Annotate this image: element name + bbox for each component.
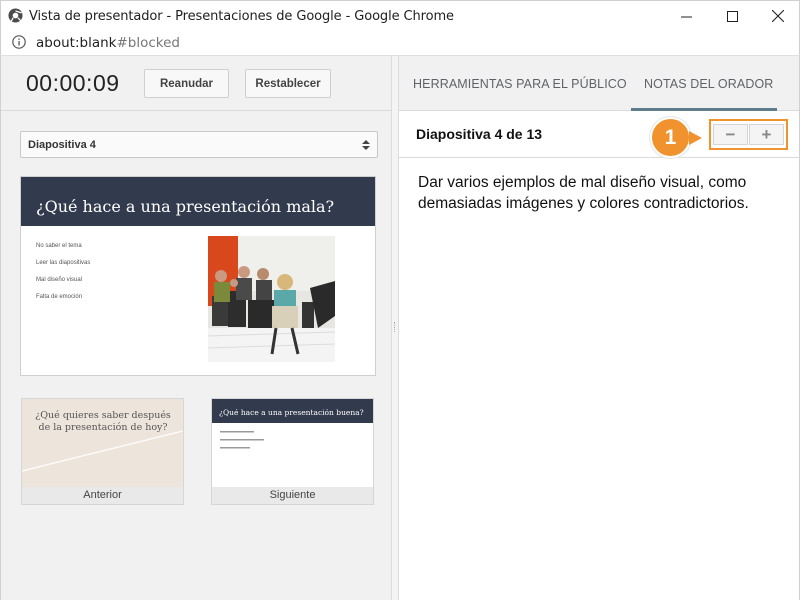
step-callout-badge: 1 bbox=[650, 117, 691, 158]
presenter-right-panel: HERRAMIENTAS PARA EL PÚBLICO NOTAS DEL O… bbox=[399, 56, 800, 600]
slide-bullet: Mal diseño visual bbox=[36, 277, 83, 283]
slide-bullet: No saber el tema bbox=[36, 243, 82, 249]
presenter-left-panel: 00:00:09 Reanudar Restablecer Diapositiv… bbox=[0, 56, 391, 600]
select-arrows-icon bbox=[362, 140, 370, 150]
previous-slide-caption: Anterior bbox=[22, 487, 183, 504]
address-host: about:blank bbox=[36, 35, 117, 51]
maximize-icon bbox=[726, 10, 738, 22]
tabs-bar: HERRAMIENTAS PARA EL PÚBLICO NOTAS DEL O… bbox=[399, 56, 799, 111]
speaker-notes-text[interactable]: Dar varios ejemplos de mal diseño visual… bbox=[418, 172, 788, 214]
next-slide-caption: Siguiente bbox=[212, 487, 373, 504]
previous-slide-title: ¿Qué quieres saber después de la present… bbox=[35, 410, 171, 433]
title-bar: Vista de presentador - Presentaciones de… bbox=[0, 0, 800, 30]
chrome-icon bbox=[8, 8, 23, 23]
tab-audience-tools[interactable]: HERRAMIENTAS PARA EL PÚBLICO bbox=[413, 77, 627, 91]
timer-bar: 00:00:09 Reanudar Restablecer bbox=[1, 56, 391, 111]
minimize-button[interactable] bbox=[663, 1, 709, 31]
resume-button[interactable]: Reanudar bbox=[144, 69, 229, 98]
minimize-icon bbox=[680, 16, 692, 17]
presentation-timer: 00:00:09 bbox=[26, 70, 120, 96]
panel-resize-handle[interactable] bbox=[391, 56, 399, 600]
slide-select[interactable]: Diapositiva 4 bbox=[20, 131, 378, 158]
address-bar[interactable]: about:blank#blocked bbox=[0, 30, 800, 56]
notes-header: Diapositiva 4 de 13 − + bbox=[399, 111, 799, 158]
current-slide-bullets: No saber el tema Leer las diapositivas M… bbox=[36, 238, 90, 306]
maximize-button[interactable] bbox=[709, 1, 755, 31]
next-slide-bullets-lines bbox=[220, 431, 264, 449]
current-slide-title: ¿Qué hace a una presentación mala? bbox=[36, 197, 335, 216]
decrease-font-button[interactable]: − bbox=[713, 124, 748, 145]
address-fragment: #blocked bbox=[116, 35, 180, 51]
close-icon bbox=[772, 10, 784, 22]
font-size-controls: − + bbox=[709, 119, 788, 150]
resize-grip-icon bbox=[394, 322, 396, 332]
next-slide-title: ¿Qué hace a una presentación buena? bbox=[219, 408, 364, 417]
close-button[interactable] bbox=[755, 1, 800, 31]
next-slide-thumbnail[interactable]: ¿Qué hace a una presentación buena? Sigu… bbox=[211, 398, 374, 505]
slide-select-value: Diapositiva 4 bbox=[28, 138, 96, 151]
callout-arrow-icon bbox=[689, 131, 702, 145]
tab-speaker-notes[interactable]: NOTAS DEL ORADOR bbox=[644, 77, 773, 91]
slide-counter: Diapositiva 4 de 13 bbox=[416, 126, 543, 142]
info-icon[interactable] bbox=[12, 35, 26, 49]
address-url[interactable]: about:blank#blocked bbox=[36, 35, 180, 51]
slide-bullet: Leer las diapositivas bbox=[36, 260, 91, 266]
current-slide-preview: ¿Qué hace a una presentación mala? No sa… bbox=[20, 176, 376, 376]
previous-slide-thumbnail[interactable]: ¿Qué quieres saber después de la present… bbox=[21, 398, 184, 505]
increase-font-button[interactable]: + bbox=[749, 124, 784, 145]
window-title: Vista de presentador - Presentaciones de… bbox=[29, 9, 454, 24]
reset-button[interactable]: Restablecer bbox=[245, 69, 331, 98]
slide-photo-bored-audience bbox=[208, 236, 335, 362]
slide-bullet: Falta de emoción bbox=[36, 294, 83, 300]
